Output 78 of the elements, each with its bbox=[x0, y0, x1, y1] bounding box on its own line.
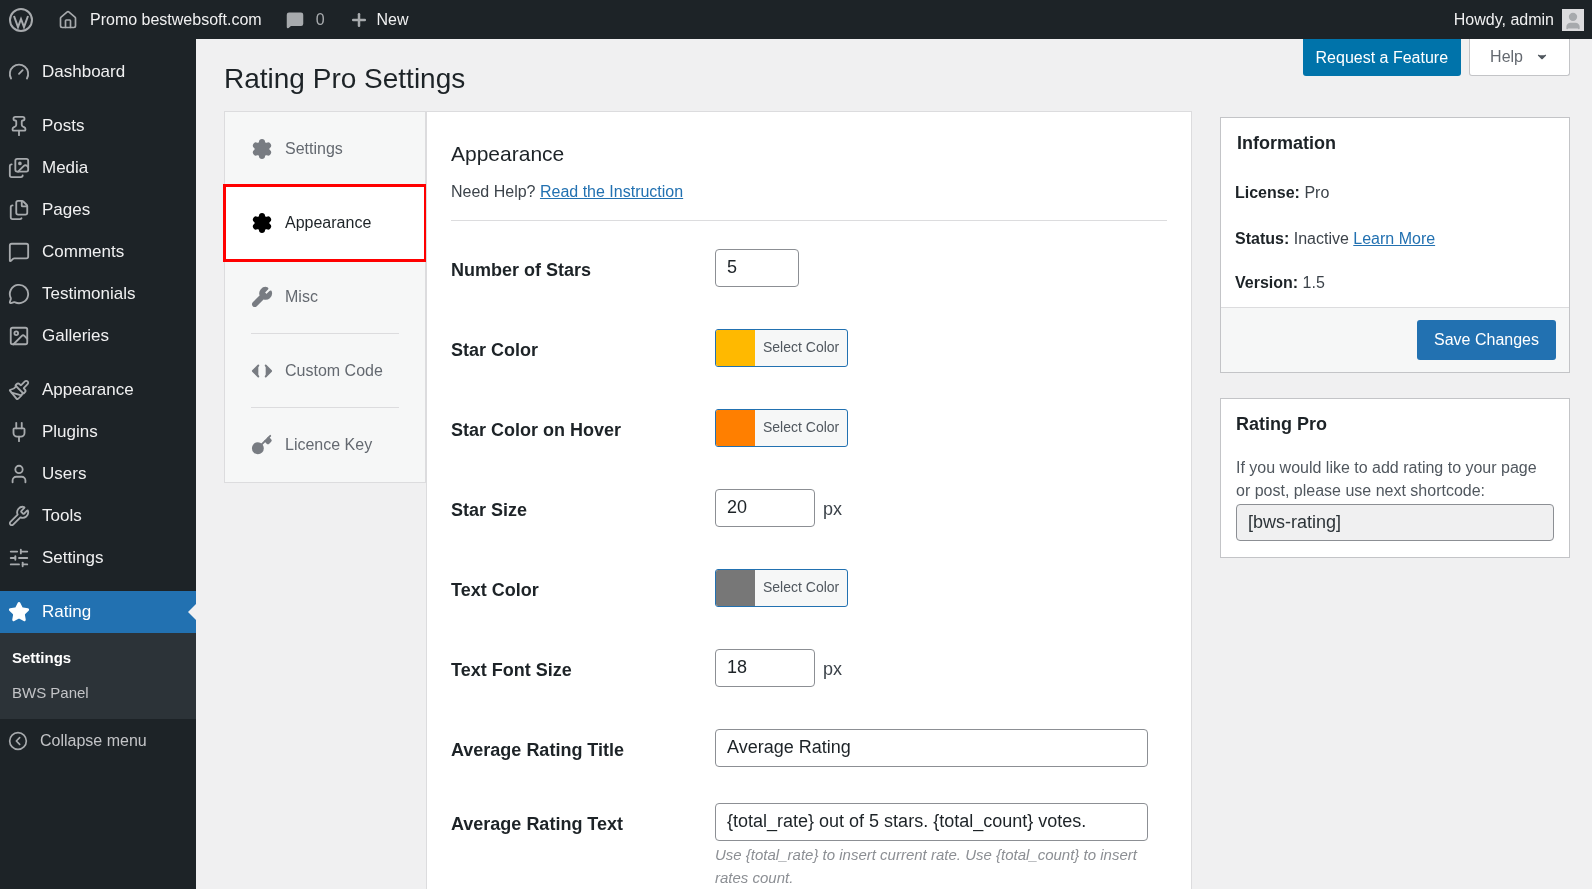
greeting-link[interactable]: Howdy, admin bbox=[1453, 7, 1554, 32]
field-label: Average Rating Text bbox=[451, 812, 625, 836]
comment-count[interactable]: 0 bbox=[315, 7, 325, 32]
avatar-icon[interactable] bbox=[1562, 8, 1584, 31]
settings-tab[interactable]: Settings bbox=[251, 112, 399, 186]
gear-icon bbox=[251, 212, 273, 234]
menu-item[interactable]: Settings bbox=[0, 537, 196, 579]
comment-icon bbox=[8, 241, 30, 263]
menu-item[interactable]: Plugins bbox=[0, 411, 196, 453]
site-name-link[interactable]: Promo bestwebsoft.com bbox=[90, 7, 262, 32]
menu-item[interactable]: Appearance bbox=[0, 369, 196, 411]
submenu-item[interactable]: BWS Panel bbox=[0, 676, 196, 711]
learn-more-link[interactable]: Learn More bbox=[1353, 230, 1436, 247]
text-input[interactable]: {total_rate} out of 5 stars. {total_count} votes. bbox=[715, 802, 1148, 841]
collapse-menu-button[interactable]: Collapse menu bbox=[0, 719, 196, 763]
settings-tab[interactable]: Licence Key bbox=[251, 408, 399, 482]
help-button[interactable]: Help bbox=[1469, 39, 1570, 76]
new-link[interactable]: New bbox=[376, 7, 409, 32]
text-input[interactable]: Average Rating bbox=[715, 728, 1148, 767]
box-title: Information bbox=[1237, 132, 1337, 155]
collapse-icon bbox=[8, 731, 28, 751]
number-input[interactable]: 5 bbox=[715, 248, 799, 287]
gear-icon bbox=[251, 138, 273, 160]
box-title: Rating Pro bbox=[1236, 413, 1328, 436]
home-icon[interactable] bbox=[58, 9, 78, 30]
unit-label: px bbox=[823, 498, 842, 521]
paintbrush-icon bbox=[8, 379, 30, 401]
section-title: Appearance bbox=[451, 141, 566, 167]
instruction-link[interactable]: Read the Instruction bbox=[539, 182, 684, 200]
gallery-icon bbox=[8, 325, 30, 347]
settings-tab[interactable]: Appearance bbox=[225, 186, 425, 260]
menu-item[interactable]: Dashboard bbox=[0, 51, 196, 93]
menu-item[interactable]: Users bbox=[0, 453, 196, 495]
unit-label: px bbox=[823, 658, 842, 681]
sliders-icon bbox=[8, 547, 30, 569]
submenu-item[interactable]: Settings bbox=[0, 641, 196, 676]
page-title: Rating Pro Settings bbox=[224, 65, 467, 93]
pages-icon bbox=[8, 199, 30, 221]
field-label: Text Color bbox=[451, 578, 540, 602]
key-icon bbox=[251, 434, 273, 456]
status-text: Status: Inactive bbox=[1235, 230, 1349, 247]
shortcode-description: If you would like to add rating to your page or post, please use next shortcode: bbox=[1236, 458, 1538, 501]
field-label: Text Font Size bbox=[451, 658, 573, 682]
color-picker-button[interactable]: Select Color bbox=[715, 408, 849, 447]
menu-item[interactable]: Galleries bbox=[0, 315, 196, 357]
wrench-icon bbox=[251, 285, 273, 308]
wordpress-logo-icon[interactable] bbox=[8, 6, 34, 33]
settings-tab[interactable]: Custom Code bbox=[251, 334, 399, 408]
menu-item[interactable]: Comments bbox=[0, 231, 196, 273]
current-pointer-icon bbox=[188, 604, 196, 620]
chat-icon bbox=[8, 283, 30, 305]
field-hint: Use {total_rate} to insert current rate. Use {total_count} to insert rates count. bbox=[715, 844, 1139, 888]
menu-item[interactable]: Posts bbox=[0, 105, 196, 147]
menu-item[interactable]: Rating bbox=[0, 591, 196, 633]
menu-item[interactable]: Pages bbox=[0, 189, 196, 231]
star-icon bbox=[8, 601, 30, 623]
version-text: Version: 1.5 bbox=[1235, 273, 1326, 293]
color-picker-button[interactable]: Select Color bbox=[715, 328, 849, 367]
help-text: Need Help? bbox=[451, 182, 536, 200]
color-picker-button[interactable]: Select Color bbox=[715, 568, 849, 607]
license-text: License: Pro bbox=[1235, 183, 1331, 203]
menu-item[interactable]: Media bbox=[0, 147, 196, 189]
shortcode-field[interactable]: [bws-rating] bbox=[1236, 504, 1554, 541]
number-input[interactable]: 18 bbox=[715, 648, 815, 687]
save-changes-button[interactable]: Save Changes bbox=[1417, 320, 1556, 360]
media-icon bbox=[8, 157, 30, 179]
menu-item[interactable]: Tools bbox=[0, 495, 196, 537]
request-feature-button[interactable]: Request a Feature bbox=[1302, 39, 1462, 76]
field-label: Number of Stars bbox=[451, 258, 593, 282]
field-label: Star Color bbox=[451, 338, 539, 362]
field-label: Average Rating Title bbox=[451, 738, 626, 762]
settings-tab[interactable]: Misc bbox=[251, 260, 399, 334]
field-label: Star Color on Hover bbox=[451, 418, 623, 442]
menu-item[interactable]: Testimonials bbox=[0, 273, 196, 315]
number-input[interactable]: 20 bbox=[715, 488, 815, 527]
field-label: Star Size bbox=[451, 498, 529, 522]
wrench-icon bbox=[8, 505, 30, 527]
comment-icon[interactable] bbox=[285, 10, 304, 29]
